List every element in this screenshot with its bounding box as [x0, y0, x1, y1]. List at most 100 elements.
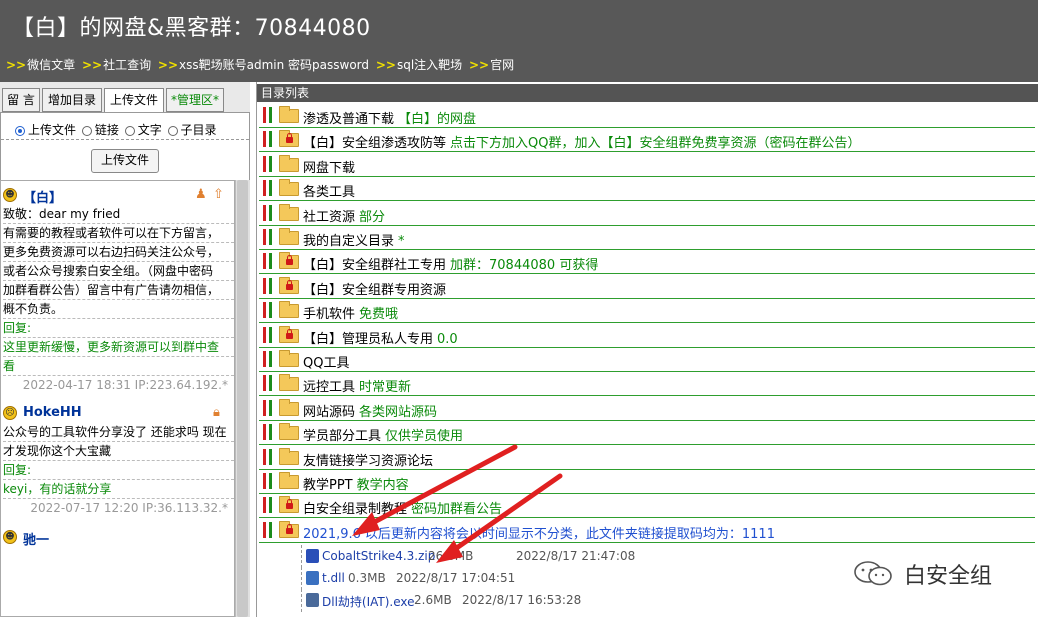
move-down-icon[interactable] — [269, 253, 272, 270]
sort-arrows-icon[interactable] — [263, 448, 275, 465]
move-down-icon[interactable] — [269, 375, 272, 392]
move-down-icon[interactable] — [269, 399, 272, 416]
sort-arrows-icon[interactable] — [263, 107, 275, 123]
sort-arrows-icon[interactable] — [263, 131, 275, 148]
directory-name[interactable]: 【白】管理员私人专用 — [303, 332, 433, 347]
directory-row[interactable]: 网站源码 各类网站源码 — [259, 397, 1035, 421]
move-down-icon[interactable] — [269, 351, 272, 367]
move-up-icon[interactable] — [263, 375, 266, 392]
move-down-icon[interactable] — [269, 229, 272, 245]
move-up-icon[interactable] — [263, 473, 266, 489]
radio-upload-file[interactable] — [15, 126, 25, 136]
tab-add-directory[interactable]: 增加目录 — [42, 88, 102, 112]
move-up-icon[interactable] — [263, 326, 266, 343]
scrollbar-thumb[interactable] — [237, 180, 248, 617]
sort-arrows-icon[interactable] — [263, 375, 275, 392]
move-up-icon[interactable] — [263, 302, 266, 319]
move-down-icon[interactable] — [269, 277, 272, 294]
sort-arrows-icon[interactable] — [263, 180, 275, 197]
radio-text[interactable] — [124, 126, 135, 136]
move-down-icon[interactable] — [269, 180, 272, 197]
directory-row[interactable]: 社工资源 部分 — [259, 202, 1035, 226]
nav-link-wechat-articles[interactable]: 微信文章 — [27, 58, 75, 72]
directory-name[interactable]: 友情链接学习资源论坛 — [303, 454, 433, 469]
directory-name[interactable]: 【白】安全组渗透攻防等 — [303, 136, 446, 151]
nav-link-social-lookup[interactable]: 社工查询 — [103, 58, 151, 72]
move-up-icon[interactable] — [263, 351, 266, 367]
move-up-icon[interactable] — [263, 155, 266, 172]
directory-name[interactable]: QQ工具 — [303, 356, 349, 371]
move-up-icon[interactable] — [263, 448, 266, 465]
directory-row[interactable]: 【白】安全组群社工专用 加群：70844080 可获得 — [259, 250, 1035, 275]
sort-arrows-icon[interactable] — [263, 155, 275, 172]
move-down-icon[interactable] — [269, 302, 272, 319]
radio-link[interactable] — [81, 126, 92, 136]
sort-arrows-icon[interactable] — [263, 326, 275, 343]
move-down-icon[interactable] — [269, 448, 272, 465]
directory-row[interactable]: 手机软件 免费哦 — [259, 299, 1035, 324]
upload-file-button[interactable]: 上传文件 — [91, 149, 159, 173]
directory-name[interactable]: 渗透及普通下载 — [303, 112, 394, 127]
directory-row[interactable]: 【白】安全组群专用资源 — [259, 275, 1035, 299]
message-scrollbar[interactable] — [235, 180, 250, 617]
sort-arrows-icon[interactable] — [263, 204, 275, 221]
directory-name[interactable]: 各类工具 — [303, 185, 355, 200]
move-down-icon[interactable] — [269, 155, 272, 172]
directory-name[interactable]: 【白】安全组群专用资源 — [303, 283, 446, 298]
directory-name[interactable]: 【白】安全组群社工专用 — [303, 258, 446, 273]
nav-link-xss-range[interactable]: xss靶场账号admin 密码password — [179, 58, 369, 72]
directory-row[interactable]: QQ工具 — [259, 348, 1035, 372]
file-name-link[interactable]: CobaltStrike4.3.zip — [322, 549, 435, 563]
directory-row[interactable]: 2021,9.6 以后更新内容将会以时间显示不分类，此文件夹链接提取码均为：111… — [259, 519, 1035, 543]
directory-name[interactable]: 远控工具 — [303, 380, 355, 395]
sort-arrows-icon[interactable] — [263, 399, 275, 416]
directory-name[interactable]: 学员部分工具 — [303, 429, 381, 444]
directory-name[interactable]: 社工资源 — [303, 210, 355, 225]
move-up-icon[interactable] — [263, 424, 266, 441]
move-up-icon[interactable] — [263, 399, 266, 416]
directory-row[interactable]: 各类工具 — [259, 177, 1035, 202]
move-down-icon[interactable] — [269, 424, 272, 441]
move-up-icon[interactable] — [263, 277, 266, 294]
pin-top-icon[interactable]: ⇧ — [213, 187, 224, 202]
move-up-icon[interactable] — [263, 180, 266, 197]
move-up-icon[interactable] — [263, 521, 266, 538]
move-up-icon[interactable] — [263, 229, 266, 245]
move-down-icon[interactable] — [269, 473, 272, 489]
tab-messages[interactable]: 留 言 — [2, 88, 40, 112]
directory-name[interactable]: 手机软件 — [303, 307, 355, 322]
move-down-icon[interactable] — [269, 131, 272, 148]
directory-row[interactable]: 网盘下载 — [259, 153, 1035, 177]
move-up-icon[interactable] — [263, 253, 266, 270]
directory-row[interactable]: 友情链接学习资源论坛 — [259, 446, 1035, 470]
file-name-link[interactable]: Dll劫持(IAT).exe — [322, 593, 415, 610]
directory-name[interactable]: 我的自定义目录 — [303, 234, 394, 249]
directory-row[interactable]: 教学PPT 教学内容 — [259, 470, 1035, 494]
move-up-icon[interactable] — [263, 204, 266, 221]
radio-subdirectory[interactable] — [167, 126, 178, 136]
user-icon[interactable]: ♟ — [195, 187, 207, 202]
move-down-icon[interactable] — [269, 521, 272, 538]
nav-link-official-site[interactable]: 官网 — [490, 58, 514, 72]
sort-arrows-icon[interactable] — [263, 351, 275, 367]
directory-row[interactable]: 白安全组录制教程 密码加群看公告 — [259, 494, 1035, 519]
sort-arrows-icon[interactable] — [263, 521, 275, 538]
directory-name[interactable]: 网站源码 — [303, 405, 355, 420]
directory-name[interactable]: 教学PPT — [303, 478, 353, 493]
move-up-icon[interactable] — [263, 107, 266, 123]
directory-row[interactable]: 【白】安全组渗透攻防等 点击下方加入QQ群，加入【白】安全组群免费享资源（密码在群… — [259, 128, 1035, 153]
sort-arrows-icon[interactable] — [263, 229, 275, 245]
move-down-icon[interactable] — [269, 107, 272, 123]
nav-link-sqli-range[interactable]: sql注入靶场 — [397, 58, 462, 72]
move-up-icon[interactable] — [263, 497, 266, 514]
move-down-icon[interactable] — [269, 497, 272, 514]
move-down-icon[interactable] — [269, 204, 272, 221]
sort-arrows-icon[interactable] — [263, 253, 275, 270]
tab-admin-area[interactable]: *管理区* — [166, 88, 224, 112]
message-board[interactable]: ☻ 【白】 ♟ ⇧ 致敬：dear my fried 有需要的教程或者软件可以在… — [0, 180, 235, 617]
directory-row[interactable]: 远控工具 时常更新 — [259, 372, 1035, 397]
tab-upload-file[interactable]: 上传文件 — [104, 88, 164, 113]
sort-arrows-icon[interactable] — [263, 277, 275, 294]
directory-row[interactable]: 我的自定义目录 * — [259, 226, 1035, 250]
move-up-icon[interactable] — [263, 131, 266, 148]
